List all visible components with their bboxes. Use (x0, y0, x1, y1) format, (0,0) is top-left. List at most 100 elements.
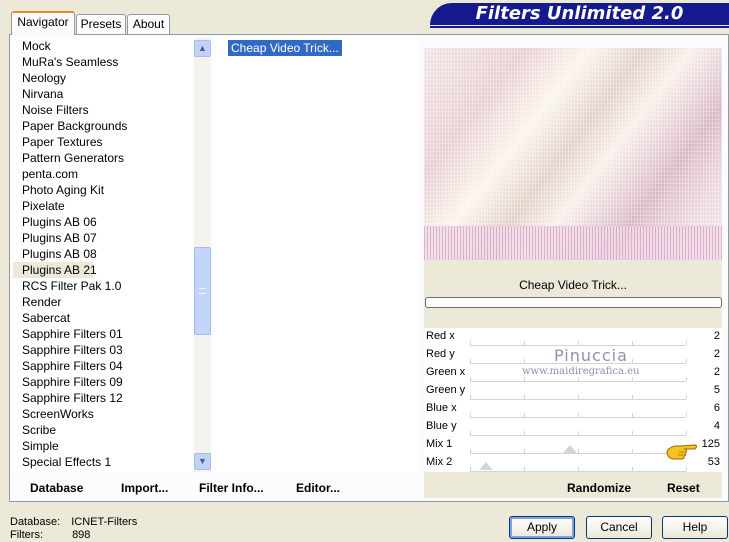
slider-tick (524, 359, 525, 363)
category-item[interactable]: RCS Filter Pak 1.0 (13, 278, 194, 294)
import-button[interactable]: Import... (121, 481, 168, 495)
param-row[interactable]: Red x 2 (424, 328, 722, 346)
slider-tick (632, 341, 633, 345)
apply-button[interactable]: Apply (509, 516, 575, 539)
randomize-button[interactable]: Randomize (567, 481, 631, 495)
category-scrollbar[interactable]: ▲ ▼ (194, 38, 211, 472)
slider-tick (470, 341, 471, 345)
param-label: Mix 1 (426, 438, 453, 450)
category-item[interactable]: Noise Filters (13, 102, 194, 118)
category-item[interactable]: MuRa's Seamless (13, 54, 194, 70)
slider-tick (470, 377, 471, 381)
category-item[interactable]: Plugins AB 07 (13, 230, 194, 246)
database-button[interactable]: Database (30, 481, 83, 495)
reset-button[interactable]: Reset (667, 481, 700, 495)
scroll-up-icon[interactable]: ▲ (194, 40, 211, 57)
category-item[interactable]: Sapphire Filters 12 (13, 390, 194, 406)
mix1-slider-thumb[interactable] (563, 445, 577, 453)
category-item[interactable]: Paper Backgrounds (13, 118, 194, 134)
filter-list[interactable]: Cheap Video Trick... (216, 38, 418, 472)
slider-tick (578, 395, 579, 399)
category-item[interactable]: Photo Aging Kit (13, 182, 194, 198)
category-item[interactable]: Paper Textures (13, 134, 194, 150)
param-value: 2 (713, 330, 720, 342)
param-label: Red y (426, 348, 455, 360)
slider-tick (578, 449, 579, 453)
category-item[interactable]: Sapphire Filters 09 (13, 374, 194, 390)
mix2-slider-thumb[interactable] (479, 462, 493, 470)
category-item[interactable]: Sapphire Filters 03 (13, 342, 194, 358)
watermark-url: www.maidiregrafica.eu (522, 366, 640, 377)
category-item[interactable]: Special Effects 1 (13, 454, 194, 470)
slider-tick (524, 431, 525, 435)
app-banner: Filters Unlimited 2.0 (430, 3, 729, 25)
progress-bar (425, 297, 722, 308)
cancel-button[interactable]: Cancel (586, 516, 652, 539)
slider-tick (686, 431, 687, 435)
category-item[interactable]: Simple (13, 438, 194, 454)
slider-tick (578, 467, 579, 471)
category-item[interactable]: Scribe (13, 422, 194, 438)
slider-tick (578, 341, 579, 345)
tab-presets[interactable]: Presets (76, 14, 126, 34)
preview-image-pink-band (424, 226, 722, 260)
slider-tick (524, 341, 525, 345)
slider-tick (632, 377, 633, 381)
category-item[interactable]: Sabercat (13, 310, 194, 326)
category-item[interactable]: Sapphire Filters 04 (13, 358, 194, 374)
param-value: 4 (713, 420, 720, 432)
param-row[interactable]: Blue x 6 (424, 400, 722, 418)
slider-tick (470, 359, 471, 363)
category-item[interactable]: Mock (13, 38, 194, 54)
slider-tick (470, 449, 471, 453)
slider-tick (524, 377, 525, 381)
param-value: 2 (713, 348, 720, 360)
slider-tick (632, 413, 633, 417)
tab-about[interactable]: About (127, 14, 170, 34)
slider-tick (524, 467, 525, 471)
param-value: 2 (713, 366, 720, 378)
category-list[interactable]: Mock MuRa's Seamless Neology Nirvana Noise F… (13, 38, 194, 472)
category-item[interactable]: Render (13, 294, 194, 310)
category-item[interactable]: Plugins AB 21 (13, 262, 97, 278)
filter-item-selected[interactable]: Cheap Video Trick... (228, 40, 342, 56)
param-value: 53 (707, 456, 720, 468)
slider-tick (686, 395, 687, 399)
param-row[interactable]: Green y 5 (424, 382, 722, 400)
param-label: Blue y (426, 420, 457, 432)
slider-tick (578, 431, 579, 435)
status-filters-label: Filters: (10, 529, 43, 541)
status-database-value: ICNET-Filters (71, 516, 138, 528)
category-item[interactable]: ScreenWorks (13, 406, 194, 422)
category-item[interactable]: Plugins AB 06 (13, 214, 194, 230)
scroll-thumb[interactable] (194, 246, 211, 335)
slider-tick (578, 413, 579, 417)
status-filters: Filters: 898 (10, 529, 90, 541)
category-item[interactable]: Nirvana (13, 86, 194, 102)
category-item[interactable]: Plugins AB 08 (13, 246, 194, 262)
slider-tick (686, 359, 687, 363)
filter-info-button[interactable]: Filter Info... (199, 481, 264, 495)
scroll-down-icon[interactable]: ▼ (194, 453, 211, 470)
param-slider-track[interactable] (470, 467, 687, 472)
category-item[interactable]: Pattern Generators (13, 150, 194, 166)
param-row[interactable]: Blue y 4 (424, 418, 722, 436)
category-item[interactable]: Sapphire Filters 01 (13, 326, 194, 342)
param-label: Green y (426, 384, 466, 396)
tab-navigator[interactable]: Navigator (11, 11, 75, 35)
slider-tick (632, 431, 633, 435)
slider-tick (524, 449, 525, 453)
status-database: Database: ICNET-Filters (10, 516, 137, 528)
slider-tick (524, 413, 525, 417)
param-label: Mix 2 (426, 456, 453, 468)
slider-tick (470, 431, 471, 435)
category-item[interactable]: Pixelate (13, 198, 194, 214)
slider-tick (632, 395, 633, 399)
slider-tick (686, 413, 687, 417)
category-item[interactable]: Neology (13, 70, 194, 86)
category-item[interactable]: penta.com (13, 166, 194, 182)
editor-button[interactable]: Editor... (296, 481, 340, 495)
help-button[interactable]: Help (662, 516, 728, 539)
slider-tick (632, 449, 633, 453)
param-label: Red x (426, 330, 455, 342)
